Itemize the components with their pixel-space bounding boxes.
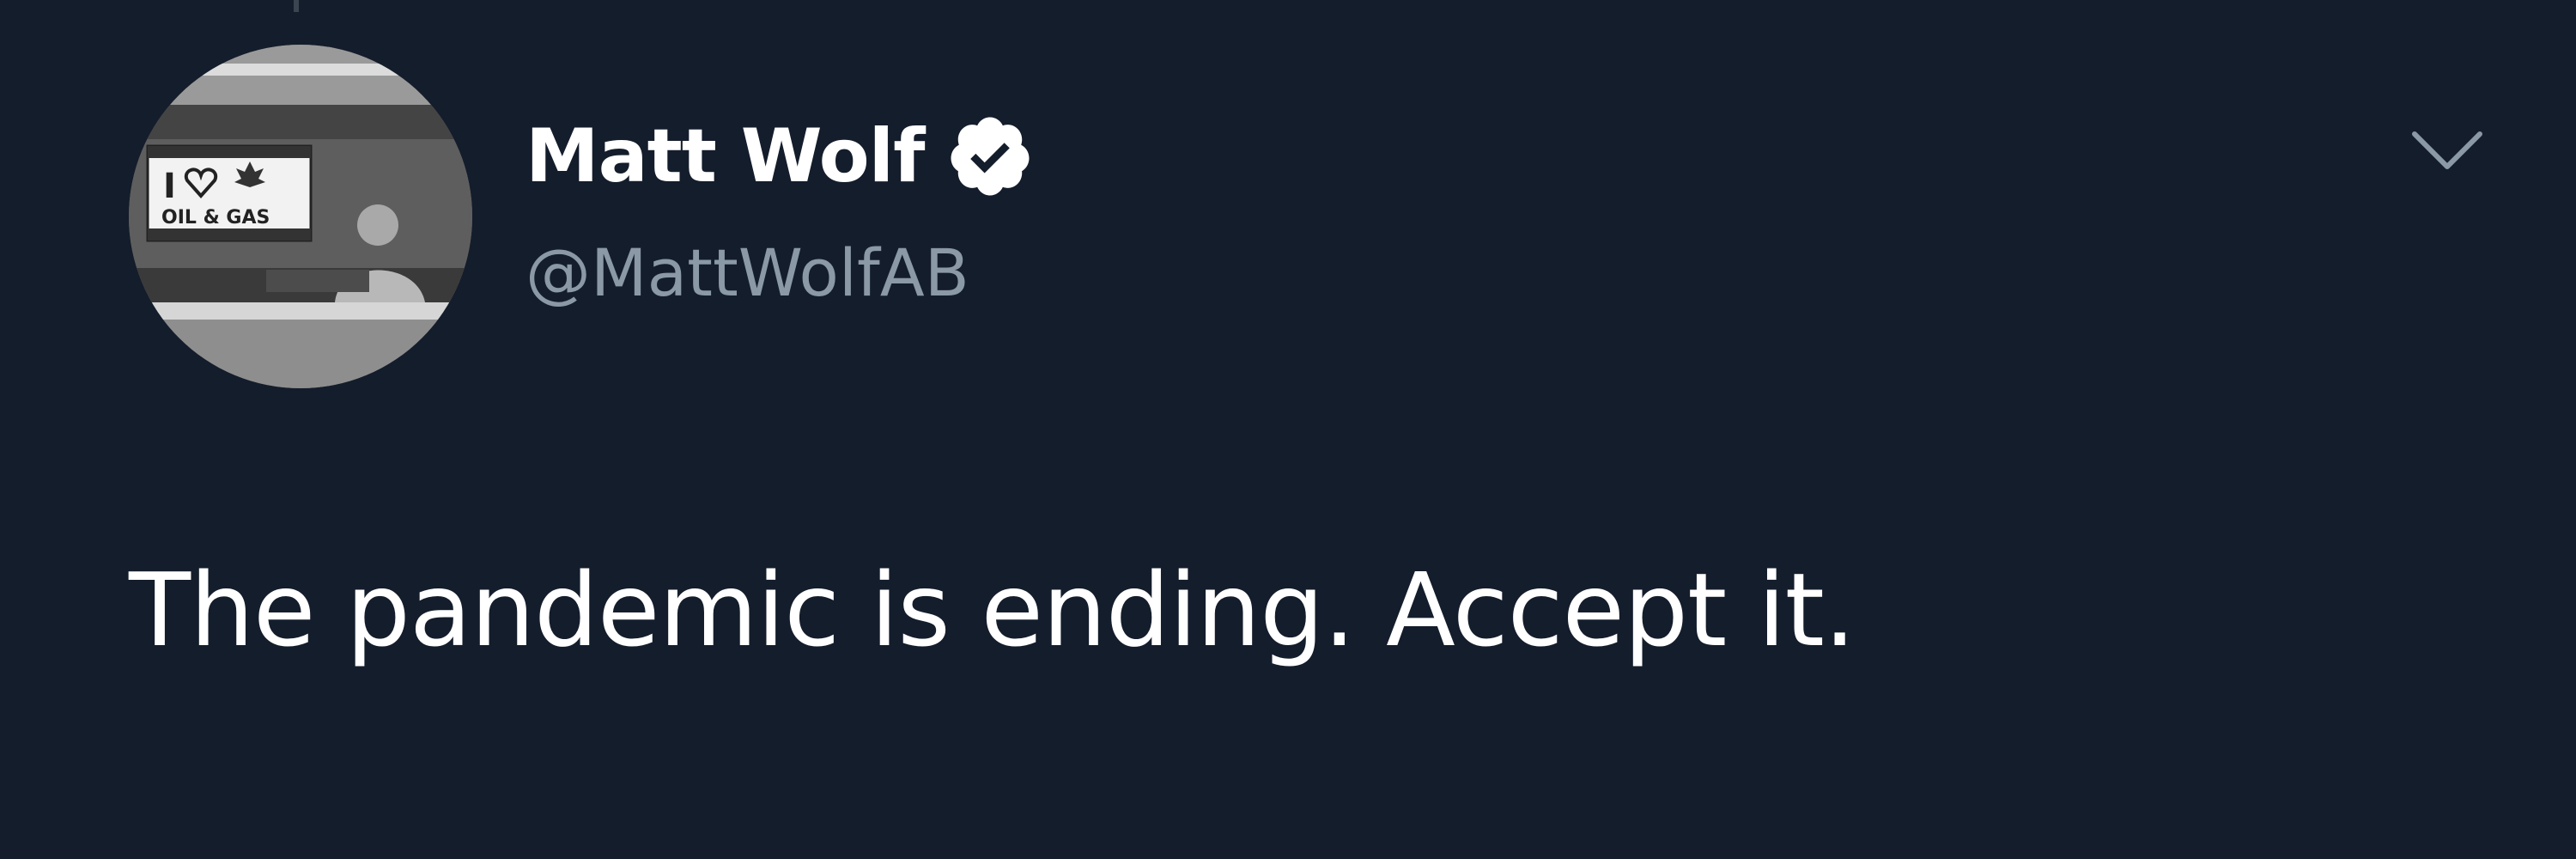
sign-text: OIL & GAS	[161, 207, 270, 228]
avatar-photo: I OIL & GAS	[129, 45, 472, 388]
author-name-row[interactable]: Matt Wolf	[526, 105, 1035, 208]
verified-badge-icon	[951, 117, 1030, 196]
tweet-text: The pandemic is ending. Accept it.	[129, 551, 1856, 669]
tweet-card[interactable]: I OIL & GAS Matt Wolf @MattWolfAB The pa…	[0, 0, 2576, 859]
thread-connector-line	[294, 0, 299, 12]
author-display-name[interactable]: Matt Wolf	[526, 119, 926, 193]
sign-letter: I	[163, 167, 176, 206]
author-handle[interactable]: @MattWolfAB	[526, 241, 969, 306]
chevron-down-icon[interactable]	[2404, 120, 2490, 180]
oil-gas-sign: I OIL & GAS	[146, 144, 313, 242]
avatar[interactable]: I OIL & GAS	[129, 45, 472, 388]
